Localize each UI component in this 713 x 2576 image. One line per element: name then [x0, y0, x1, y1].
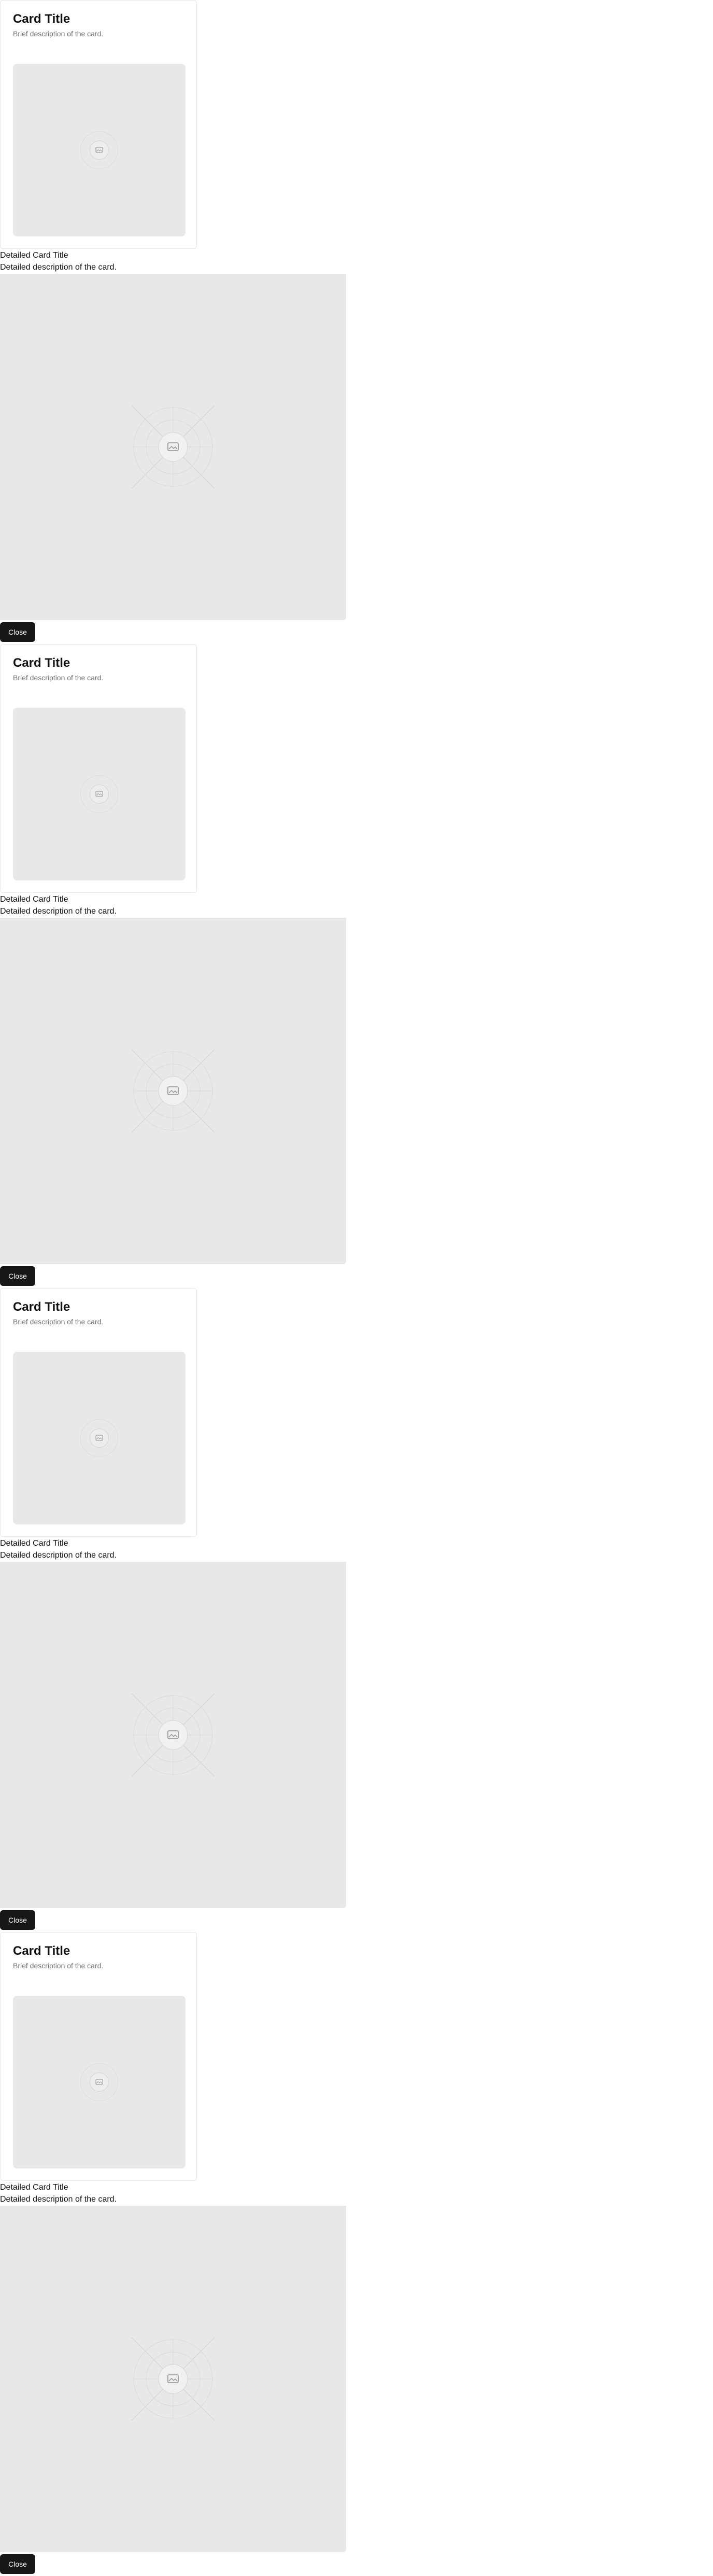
card-group: Card Title Brief description of the card… — [0, 644, 713, 1288]
card-description: Brief description of the card. — [13, 30, 104, 38]
card[interactable]: Card Title Brief description of the card… — [0, 644, 197, 893]
close-button[interactable]: Close — [0, 1266, 35, 1286]
card-title: Card Title — [13, 656, 70, 670]
image-placeholder-icon — [80, 775, 118, 813]
detail-description: Detailed description of the card. — [0, 263, 117, 272]
card-image-placeholder — [13, 64, 186, 236]
detail-title: Detailed Card Title — [0, 1539, 68, 1548]
card-image-placeholder — [13, 708, 186, 880]
detail-description: Detailed description of the card. — [0, 2195, 117, 2204]
card-title: Card Title — [13, 1300, 70, 1314]
image-placeholder-icon — [80, 131, 118, 169]
detail-image-placeholder — [0, 918, 346, 1264]
detail-image-placeholder — [0, 1562, 346, 1908]
close-button[interactable]: Close — [0, 1910, 35, 1930]
detail-description: Detailed description of the card. — [0, 1551, 117, 1560]
card-description: Brief description of the card. — [13, 674, 104, 682]
image-placeholder-icon — [80, 2063, 118, 2101]
image-placeholder-icon — [80, 1419, 118, 1457]
detail-title: Detailed Card Title — [0, 895, 68, 904]
card-title: Card Title — [13, 12, 70, 26]
card-title: Card Title — [13, 1944, 70, 1958]
detail-title: Detailed Card Title — [0, 251, 68, 260]
detail-description: Detailed description of the card. — [0, 907, 117, 916]
card[interactable]: Card Title Brief description of the card… — [0, 1932, 197, 2181]
image-placeholder-icon — [131, 1049, 215, 1133]
card-description: Brief description of the card. — [13, 1962, 104, 1970]
card-image-placeholder — [13, 1352, 186, 1524]
card-description: Brief description of the card. — [13, 1318, 104, 1326]
detail-title: Detailed Card Title — [0, 2183, 68, 2192]
card-image-placeholder — [13, 1996, 186, 2168]
image-placeholder-icon — [131, 2337, 215, 2421]
image-placeholder-icon — [131, 405, 215, 489]
card-group: Card Title Brief description of the card… — [0, 0, 713, 644]
close-button[interactable]: Close — [0, 622, 35, 642]
card[interactable]: Card Title Brief description of the card… — [0, 1288, 197, 1537]
close-button[interactable]: Close — [0, 2554, 35, 2574]
card-group: Card Title Brief description of the card… — [0, 1288, 713, 1932]
image-placeholder-icon — [131, 1693, 215, 1777]
detail-image-placeholder — [0, 2206, 346, 2552]
card-group: Card Title Brief description of the card… — [0, 1932, 713, 2576]
detail-image-placeholder — [0, 274, 346, 620]
card[interactable]: Card Title Brief description of the card… — [0, 0, 197, 249]
